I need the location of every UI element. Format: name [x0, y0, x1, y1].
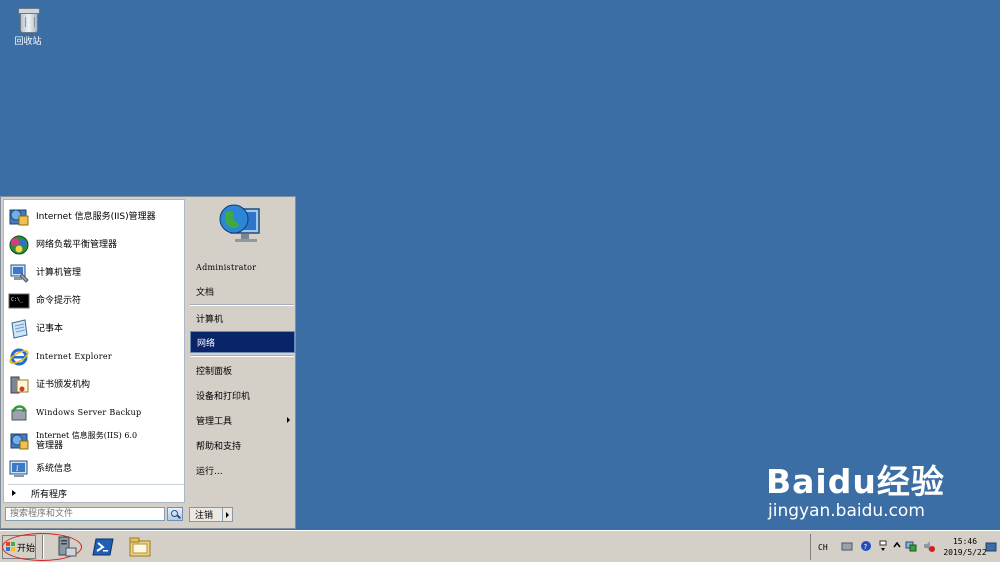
powershell-icon[interactable]	[91, 535, 115, 559]
computer-management-icon	[10, 264, 29, 283]
watermark-brand: Baidu经验	[766, 462, 945, 501]
separator	[190, 304, 294, 306]
search-icon[interactable]	[167, 507, 183, 521]
recycle-bin[interactable]: 回收站	[10, 6, 46, 47]
language-indicator[interactable]: CH	[818, 543, 828, 552]
admin-tools-label: 管理工具	[196, 416, 233, 427]
keyboard-icon[interactable]	[841, 540, 853, 552]
program-label: Internet 信息服务(IIS)管理器	[36, 212, 156, 222]
shutdown-options-arrow-icon[interactable]	[221, 508, 232, 521]
devices-printers-link[interactable]: 设备和打印机	[190, 384, 295, 406]
network-status-icon[interactable]	[905, 540, 917, 552]
file-explorer-icon[interactable]	[128, 535, 152, 559]
svg-text:C:\_: C:\_	[11, 297, 24, 303]
program-label: 记事本	[36, 324, 64, 334]
expand-arrow-icon	[12, 490, 16, 496]
server-manager-icon[interactable]	[54, 535, 78, 559]
svg-text:?: ?	[864, 543, 868, 551]
show-desktop-icon[interactable]	[985, 541, 997, 553]
user-globe-icon[interactable]	[217, 201, 263, 249]
start-menu-right-pane: Administrator 文档 计算机 网络 控制面板 设备和打印机 管理工具…	[187, 199, 295, 503]
start-button[interactable]: 开始	[2, 535, 36, 559]
computer-link[interactable]: 计算机	[190, 307, 295, 329]
recycle-bin-label: 回收站	[14, 37, 42, 47]
all-programs-button[interactable]: 所有程序	[8, 484, 184, 501]
start-label: 开始	[17, 543, 36, 554]
ime-settings-icon[interactable]	[877, 540, 889, 552]
program-item-nlb-manager[interactable]: 网络负载平衡管理器	[8, 232, 183, 258]
program-item-iis-manager[interactable]: Internet 信息服务(IIS)管理器	[8, 204, 183, 230]
program-item-command-prompt[interactable]: C:\_ 命令提示符	[8, 288, 183, 314]
control-panel-link[interactable]: 控制面板	[190, 359, 295, 381]
program-label: 系统信息	[36, 464, 73, 474]
program-label: 命令提示符	[36, 296, 82, 306]
program-label: 计算机管理	[36, 268, 82, 278]
svg-text:i: i	[16, 464, 19, 473]
taskbar-separator	[42, 535, 44, 559]
user-account-link[interactable]: Administrator	[190, 256, 295, 278]
program-item-system-info[interactable]: i 系统信息	[8, 456, 183, 482]
baidu-watermark: Baidu经验 jingyan.baidu.com	[766, 455, 945, 521]
program-item-server-backup[interactable]: Windows Server Backup	[8, 400, 183, 426]
certificate-authority-icon	[10, 376, 29, 394]
network-load-balancing-icon	[9, 235, 29, 255]
internet-explorer-icon	[9, 348, 29, 366]
logoff-button[interactable]: 注销	[189, 507, 233, 522]
clock[interactable]: 15:46 2019/5/22	[941, 536, 989, 558]
network-link[interactable]: 网络	[190, 331, 295, 353]
search-box	[5, 507, 183, 523]
admin-tools-link[interactable]: 管理工具	[190, 409, 295, 431]
program-label: Internet Explorer	[36, 352, 113, 361]
program-item-certificate-authority[interactable]: 证书颁发机构	[8, 372, 183, 398]
system-tray: CH ? 15:46 2019/5/22	[810, 534, 998, 560]
iis6-manager-icon	[10, 433, 29, 450]
system-info-icon: i	[9, 460, 28, 477]
windows-logo-icon	[6, 542, 16, 552]
program-label: 网络负载平衡管理器	[36, 240, 118, 250]
clock-date: 2019/5/22	[943, 548, 987, 557]
iis-manager-icon	[9, 209, 29, 226]
clock-time: 15:46	[952, 537, 978, 546]
watermark-url: jingyan.baidu.com	[768, 501, 925, 521]
help-support-link[interactable]: 帮助和支持	[190, 434, 295, 456]
program-label: Windows Server Backup	[36, 408, 142, 417]
recycle-bin-icon	[17, 6, 40, 33]
program-item-notepad[interactable]: 记事本	[8, 316, 183, 342]
help-icon[interactable]: ?	[860, 540, 872, 552]
notepad-icon	[11, 319, 28, 339]
run-link[interactable]: 运行...	[190, 459, 295, 481]
program-item-internet-explorer[interactable]: Internet Explorer	[8, 344, 183, 370]
expand-tray-icon[interactable]	[891, 540, 903, 552]
separator	[190, 355, 294, 357]
all-programs-label: 所有程序	[31, 489, 68, 500]
program-list: Internet 信息服务(IIS)管理器 网络负载平衡管理器 计算机管理 C:…	[3, 199, 185, 503]
logoff-label: 注销	[195, 511, 214, 521]
server-backup-icon	[11, 405, 27, 421]
search-input[interactable]	[5, 507, 165, 521]
command-prompt-icon: C:\_	[8, 293, 30, 309]
program-item-iis6-manager[interactable]: Internet 信息服务(IIS) 6.0 管理器	[8, 428, 183, 454]
start-menu: Internet 信息服务(IIS)管理器 网络负载平衡管理器 计算机管理 C:…	[0, 196, 296, 529]
program-item-computer-management[interactable]: 计算机管理	[8, 260, 183, 286]
submenu-arrow-icon	[287, 417, 290, 423]
taskbar: 开始 CH ? 15:46 2019/5/22	[0, 530, 1000, 562]
program-label: 证书颁发机构	[36, 380, 91, 390]
program-label: Internet 信息服务(IIS) 6.0 管理器	[36, 431, 138, 451]
speaker-muted-icon[interactable]	[923, 540, 935, 552]
documents-link[interactable]: 文档	[190, 280, 295, 302]
